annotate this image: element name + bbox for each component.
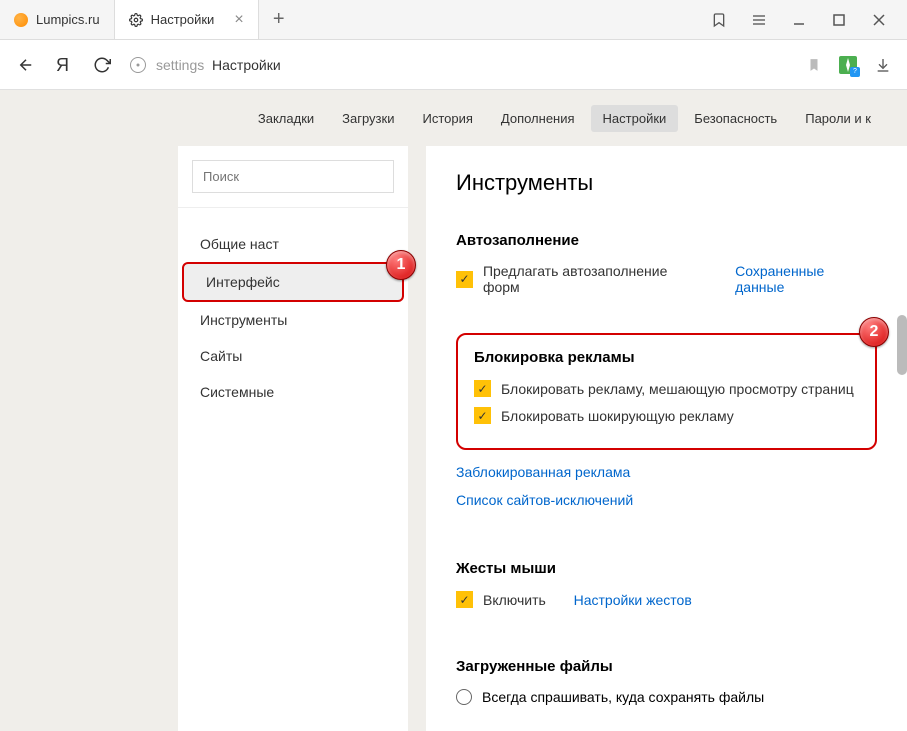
settings-main: Инструменты Автозаполнение ✓ Предлагать … [426,146,907,731]
tab-settings[interactable]: Настройки × [115,0,259,39]
search-input[interactable] [192,160,394,193]
navitem-bookmarks[interactable]: Закладки [246,105,326,132]
radio-ask-location[interactable] [456,689,472,705]
maximize-icon[interactable] [831,12,847,28]
address-bar[interactable]: settings Настройки [130,57,789,73]
menu-icon[interactable] [751,12,767,28]
close-icon[interactable]: × [234,11,243,29]
close-window-icon[interactable] [871,12,887,28]
adblock-group: 2 Блокировка рекламы ✓ Блокировать рекла… [456,333,877,450]
mouse-check-row: ✓ Включить Настройки жестов [456,591,877,608]
browser-toolbar: Я settings Настройки ? [0,40,907,90]
sidebar-item-interface[interactable]: Интерфейс 1 [182,262,404,302]
annotation-badge-1: 1 [386,250,416,280]
navitem-addons[interactable]: Дополнения [489,105,587,132]
adblock-check1-row: ✓ Блокировать рекламу, мешающую просмотр… [474,380,859,397]
browser-titlebar: Lumpics.ru Настройки × + [0,0,907,40]
back-button[interactable] [16,55,36,75]
window-controls [691,0,907,39]
navitem-downloads[interactable]: Загрузки [330,105,406,132]
page-heading: Инструменты [456,170,877,196]
section-autofill-title: Автозаполнение [456,232,877,249]
tab-label: Lumpics.ru [36,12,100,27]
section-adblock-title: Блокировка рекламы [474,349,859,366]
yandex-logo-icon[interactable]: Я [54,55,74,75]
adblock-check1-label: Блокировать рекламу, мешающую просмотру … [501,381,854,397]
svg-text:Я: Я [56,55,69,75]
navitem-security[interactable]: Безопасность [682,105,789,132]
checkbox-adblock1[interactable]: ✓ [474,380,491,397]
section-downloads-title: Загруженные файлы [456,658,877,675]
downloads-icon[interactable] [875,57,891,73]
annotation-badge-2: 2 [859,317,889,347]
mouse-check-label: Включить [483,592,546,608]
address-text: settings Настройки [156,57,281,73]
navitem-history[interactable]: История [410,105,484,132]
sidebar-item-system[interactable]: Системные [178,374,408,410]
gear-icon [129,13,143,27]
checkbox-adblock2[interactable]: ✓ [474,407,491,424]
sidebar-item-label: Интерфейс [206,274,280,290]
adblock-check2-label: Блокировать шокирующую рекламу [501,408,734,424]
minimize-icon[interactable] [791,12,807,28]
bookmark-icon[interactable] [807,57,821,73]
checkbox-autofill[interactable]: ✓ [456,271,473,288]
settings-nav-tabs: Закладки Загрузки История Дополнения Нас… [0,90,907,146]
downloads-radio-label: Всегда спрашивать, куда сохранять файлы [482,689,764,705]
sidebar-search [178,146,408,208]
section-mouse-title: Жесты мыши [456,560,877,577]
checkbox-mouse[interactable]: ✓ [456,591,473,608]
link-saved-data[interactable]: Сохраненные данные [735,263,877,295]
downloads-radio-row: Всегда спрашивать, куда сохранять файлы [456,689,877,705]
navitem-passwords[interactable]: Пароли и к [793,105,883,132]
tab-label: Настройки [151,12,215,27]
bookmark-ribbon-icon[interactable] [711,12,727,28]
scrollbar-thumb[interactable] [897,315,907,375]
sidebar-item-general[interactable]: Общие наст [178,226,408,262]
adblock-check2-row: ✓ Блокировать шокирующую рекламу [474,407,859,424]
autofill-check-label: Предлагать автозаполнение форм [483,263,707,295]
tab-lumpics[interactable]: Lumpics.ru [0,0,115,39]
link-blocked-ads[interactable]: Заблокированная реклама [456,464,630,480]
sidebar-item-sites[interactable]: Сайты [178,338,408,374]
new-tab-button[interactable]: + [259,0,299,39]
site-info-icon[interactable] [130,57,146,73]
favicon-orange-icon [14,13,28,27]
extension-icon[interactable]: ? [839,56,857,74]
link-gesture-settings[interactable]: Настройки жестов [574,592,692,608]
reload-button[interactable] [92,55,112,75]
autofill-check-row: ✓ Предлагать автозаполнение форм Сохране… [456,263,877,295]
settings-content: Общие наст Интерфейс 1 Инструменты Сайты… [0,146,907,731]
navitem-settings[interactable]: Настройки [591,105,679,132]
link-exceptions[interactable]: Список сайтов-исключений [456,492,633,508]
sidebar-item-tools[interactable]: Инструменты [178,302,408,338]
settings-sidebar: Общие наст Интерфейс 1 Инструменты Сайты… [178,146,408,731]
